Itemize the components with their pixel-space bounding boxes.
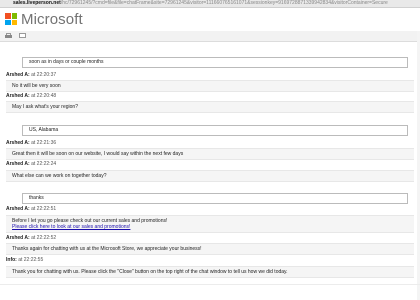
- agent-header: Arshed A: at 22:20:48: [6, 93, 420, 99]
- sender-name: Arshed A:: [6, 93, 30, 99]
- timestamp: at 22:21:36: [31, 140, 57, 146]
- timestamp: at 22:22:52: [31, 235, 57, 241]
- agent-message: What else can we work on together today?: [6, 170, 414, 182]
- agent-message: May I ask what's your region?: [6, 101, 414, 113]
- microsoft-logo-icon: [5, 13, 17, 25]
- agent-message: Thanks again for chatting with us at the…: [6, 243, 414, 255]
- timestamp: at 22:22:51: [31, 206, 57, 212]
- sender-name: Arshed A:: [6, 72, 30, 78]
- url-path: /hc/72961245/?cmd=file&file=chatFrame&si…: [60, 0, 388, 6]
- print-icon[interactable]: [5, 33, 12, 38]
- email-icon[interactable]: [19, 33, 26, 38]
- user-message: soon as in days or couple months: [22, 57, 408, 68]
- timestamp: at 22:22:24: [31, 161, 57, 167]
- agent-header: Arshed A: at 22:21:36: [6, 140, 420, 146]
- sender-name: Arshed A:: [6, 140, 30, 146]
- divider: [0, 284, 420, 285]
- timestamp: at 22:20:37: [31, 72, 57, 78]
- chat-toolbar: [0, 31, 420, 42]
- sender-name: Arshed A:: [6, 235, 30, 241]
- address-bar[interactable]: sales.liveperson.net/hc/72961245/?cmd=fi…: [0, 0, 420, 8]
- info-message: Thank you for chatting with us. Please c…: [6, 266, 414, 278]
- agent-header: Arshed A: at 22:22:24: [6, 161, 420, 167]
- user-message: thanks: [22, 193, 408, 204]
- sender-name: Arshed A:: [6, 206, 30, 212]
- agent-header: Arshed A: at 22:22:52: [6, 235, 420, 241]
- info-header: Info: at 22:22:55: [6, 257, 420, 263]
- sales-promotions-link[interactable]: Please click here to look at our sales a…: [12, 224, 130, 230]
- agent-header: Arshed A: at 22:20:37: [6, 72, 420, 78]
- timestamp: at 22:22:55: [18, 257, 44, 263]
- agent-message: Before I let you go please check out our…: [6, 215, 414, 233]
- sender-name: Arshed A:: [6, 161, 30, 167]
- agent-message: Great then it will be soon on our websit…: [6, 148, 414, 160]
- brand-name: Microsoft: [21, 11, 83, 28]
- url-host: sales.liveperson.net: [13, 0, 61, 6]
- agent-header: Arshed A: at 22:22:51: [6, 206, 420, 212]
- agent-message: No it will be very soon: [6, 80, 414, 92]
- user-message: US, Alabama: [22, 125, 408, 136]
- sender-name: Info:: [6, 257, 17, 263]
- timestamp: at 22:20:48: [31, 93, 57, 99]
